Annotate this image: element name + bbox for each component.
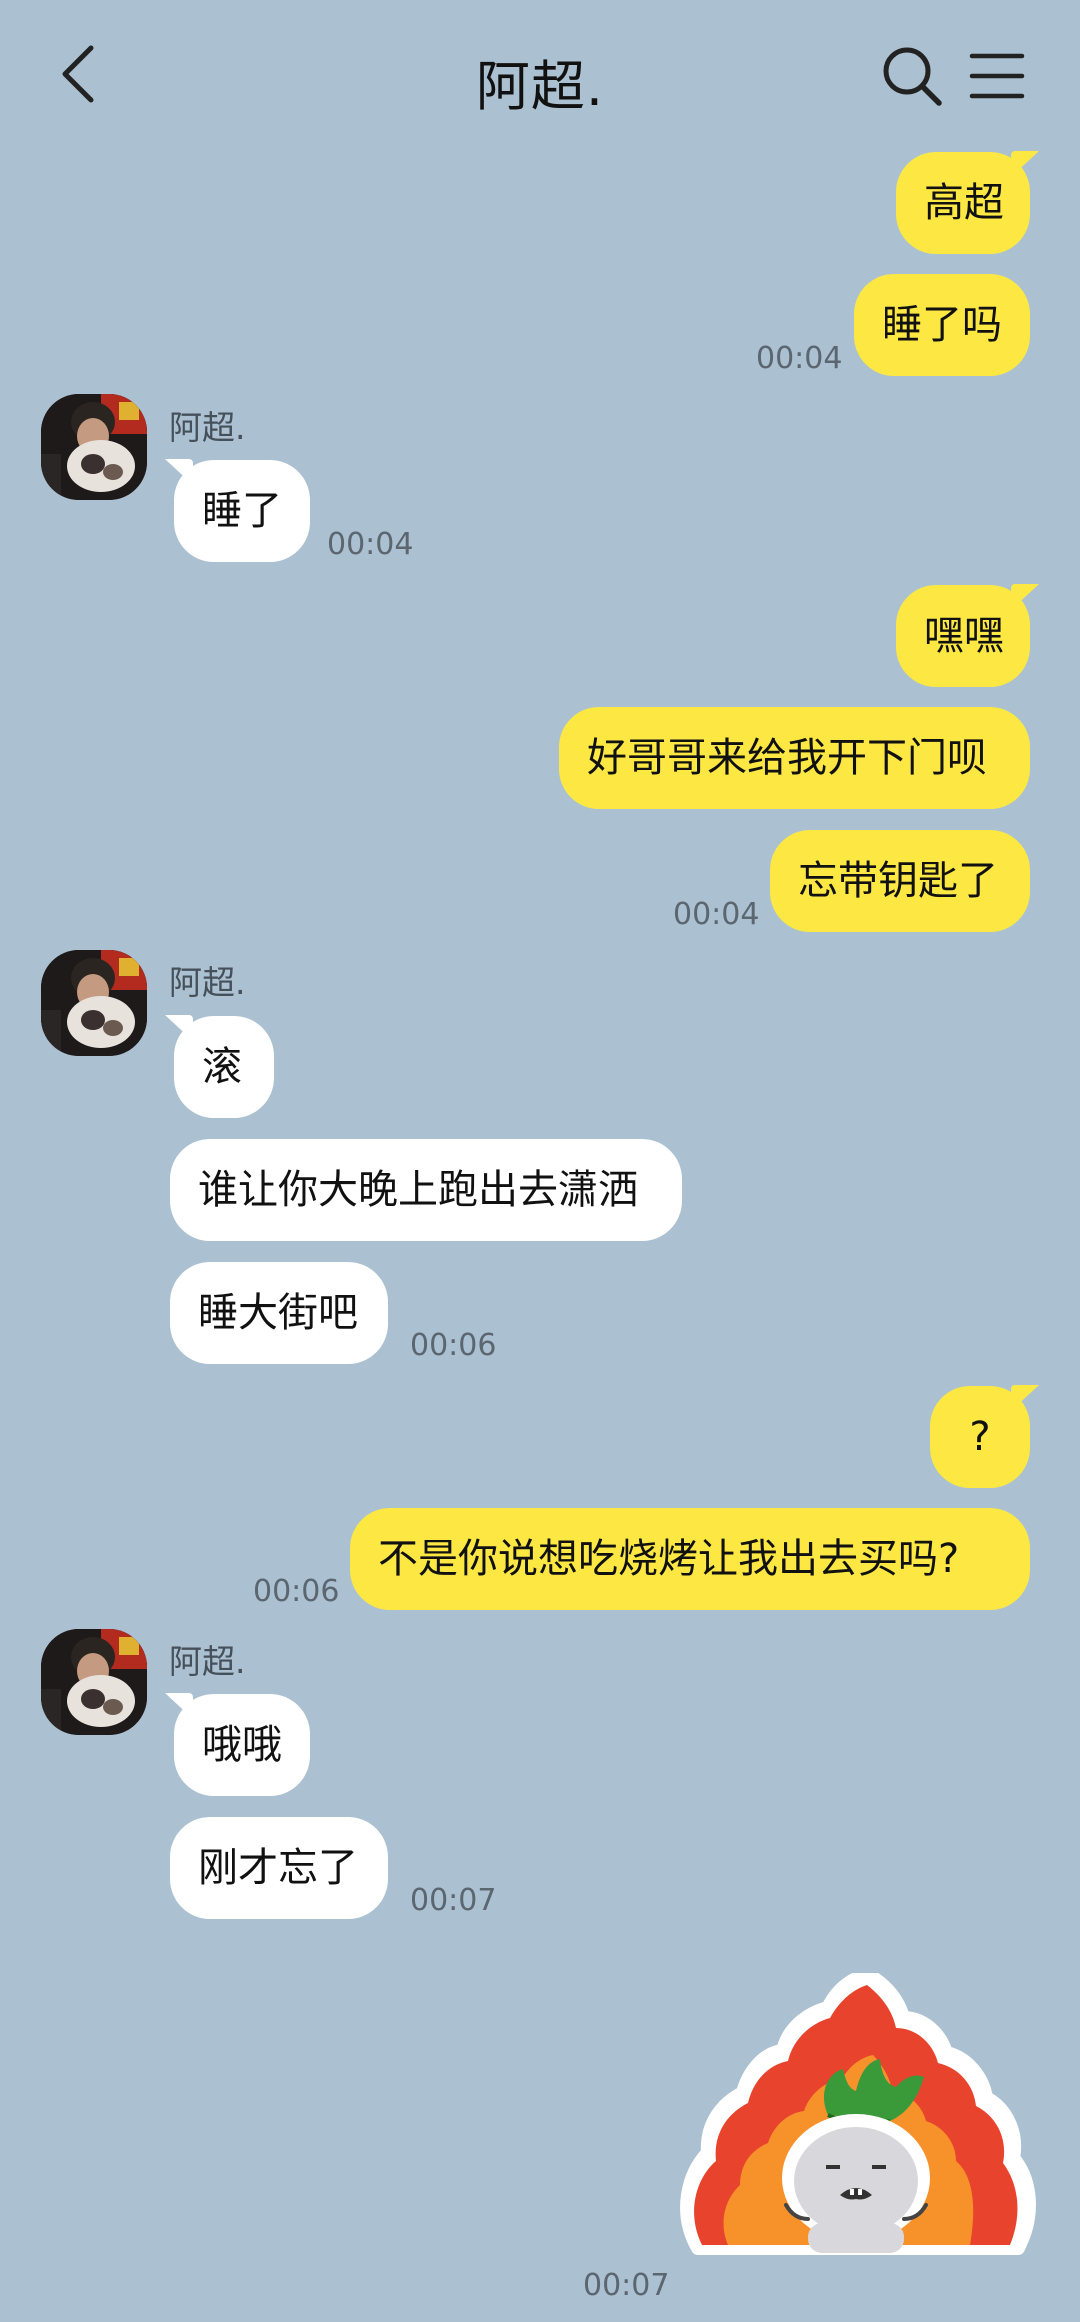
my-message-bubble[interactable]: 睡了吗 [854, 274, 1030, 376]
my-message-bubble[interactable]: 嘿嘿 [896, 584, 1039, 687]
avatar[interactable] [41, 950, 147, 1056]
message-text: 刚才忘了 [198, 1845, 358, 1891]
timestamp: 00:04 [327, 527, 414, 562]
menu-button[interactable] [962, 38, 1032, 114]
my-message-bubble[interactable]: 高超 [896, 151, 1039, 254]
message-text: 嘿嘿 [924, 613, 1004, 659]
sender-name: 阿超. [169, 1642, 246, 1681]
timestamp: 00:06 [410, 1328, 497, 1363]
avatar-photo-icon [41, 394, 147, 500]
other-message-bubble[interactable]: 滚 [165, 1015, 274, 1118]
other-message-bubble[interactable]: 睡大街吧 [170, 1262, 388, 1364]
bubble-tail [1011, 584, 1039, 610]
other-message-bubble[interactable]: 谁让你大晚上跑出去潇洒 [170, 1139, 682, 1241]
avatar[interactable] [41, 1629, 147, 1735]
bubble-tail [165, 1693, 193, 1719]
sender-name: 阿超. [169, 963, 246, 1002]
chat-header: 阿超. [0, 0, 1080, 150]
bubble-tail [165, 459, 193, 485]
bubble-tail [165, 1015, 193, 1041]
message-text: 高超 [924, 180, 1004, 226]
bubble-tail [1011, 1385, 1039, 1411]
message-text: 哦哦 [202, 1722, 282, 1768]
my-message-bubble[interactable]: 忘带钥匙了 [770, 830, 1030, 932]
message-text: 滚 [202, 1044, 242, 1090]
timestamp: 00:04 [673, 897, 760, 932]
sticker-message[interactable] [678, 1968, 1038, 2273]
my-message-bubble[interactable]: 好哥哥来给我开下门呗 [559, 707, 1030, 809]
avatar[interactable] [41, 394, 147, 500]
my-message-bubble[interactable]: 不是你说想吃烧烤让我出去买吗? [350, 1508, 1030, 1610]
timestamp: 00:06 [253, 1574, 340, 1609]
other-message-bubble[interactable]: 刚才忘了 [170, 1817, 388, 1919]
other-message-bubble[interactable]: 哦哦 [165, 1693, 310, 1796]
menu-icon [969, 53, 1025, 99]
timestamp: 00:07 [583, 2268, 670, 2303]
message-text: 好哥哥来给我开下门呗 [587, 735, 987, 781]
message-text: 忘带钥匙了 [798, 858, 998, 904]
my-message-bubble[interactable]: ? [930, 1385, 1039, 1488]
search-button[interactable] [876, 36, 948, 116]
timestamp: 00:04 [756, 341, 843, 376]
avatar-photo-icon [41, 950, 147, 1056]
message-text: 不是你说想吃烧烤让我出去买吗? [378, 1536, 960, 1582]
message-text: 睡大街吧 [198, 1290, 358, 1336]
message-text: ? [969, 1414, 991, 1460]
search-icon [883, 47, 942, 106]
message-text: 睡了 [202, 488, 282, 534]
message-text: 谁让你大晚上跑出去潇洒 [198, 1167, 638, 1213]
sender-name: 阿超. [169, 408, 246, 447]
angry-flame-sticker-icon [680, 1968, 1036, 2255]
avatar-photo-icon [41, 1629, 147, 1735]
message-text: 睡了吗 [882, 302, 1002, 348]
timestamp: 00:07 [410, 1883, 497, 1918]
other-message-bubble[interactable]: 睡了 [165, 459, 310, 562]
bubble-tail [1011, 151, 1039, 177]
